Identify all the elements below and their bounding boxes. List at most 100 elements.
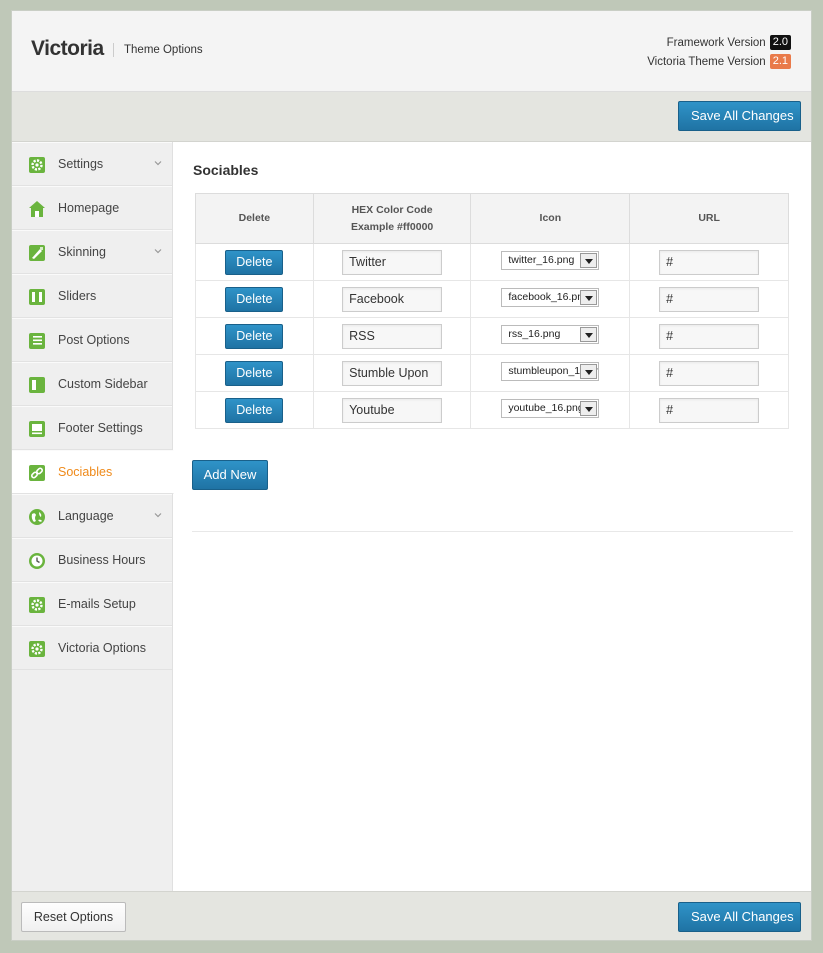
bottom-toolbar: Reset Options Save All Changes (12, 891, 811, 940)
table-header-row: Delete HEX Color Code Example #ff0000 Ic… (195, 193, 789, 244)
dropdown-arrow-icon (580, 290, 598, 305)
icon-select[interactable]: stumbleupon_16.png (501, 362, 600, 381)
sidebar-item-language[interactable]: Language (12, 494, 172, 538)
clock-icon (29, 553, 45, 569)
dropdown-arrow-icon (580, 364, 598, 379)
table-cell-url: # (629, 317, 789, 355)
table-cell-name: Facebook (312, 280, 472, 318)
column-header-url: URL (629, 193, 789, 244)
table-row: Delete Twitter twitter_16.png # (195, 243, 789, 281)
sidebar-icon (29, 377, 45, 393)
url-field[interactable]: # (659, 286, 760, 312)
table-cell-url: # (629, 391, 789, 429)
delete-button[interactable]: Delete (225, 249, 284, 275)
theme-options-panel: Victoria Theme Options Framework Version… (11, 10, 812, 941)
sidebar-item-label: Settings (58, 157, 104, 171)
table-row: Delete Stumble Upon stumbleupon_16.png # (195, 354, 789, 392)
icon-select[interactable]: facebook_16.png (501, 288, 600, 307)
sociable-name-field[interactable]: Stumble Upon (342, 360, 443, 386)
sociable-name-field[interactable]: RSS (342, 323, 443, 349)
delete-button[interactable]: Delete (225, 286, 284, 312)
save-all-changes-button-top[interactable]: Save All Changes (678, 101, 801, 131)
delete-button[interactable]: Delete (225, 397, 284, 423)
header: Victoria Theme Options Framework Version… (12, 11, 811, 92)
table-cell-url: # (629, 280, 789, 318)
gear-icon (29, 157, 45, 173)
sidebar-item-custom-sidebar[interactable]: Custom Sidebar (12, 362, 172, 406)
table-cell-url: # (629, 243, 789, 281)
slider-icon (29, 289, 45, 305)
divider (192, 531, 793, 532)
chevron-down-icon (154, 513, 162, 518)
column-header-hex: HEX Color Code Example #ff0000 (312, 193, 472, 244)
table-cell-url: # (629, 354, 789, 392)
delete-button[interactable]: Delete (225, 360, 284, 386)
sidebar-item-sliders[interactable]: Sliders (12, 274, 172, 318)
sidebar-item-label: E-mails Setup (58, 597, 136, 611)
main-content: Sociables Delete HEX Color Code Example … (174, 142, 811, 891)
sociables-table: Delete HEX Color Code Example #ff0000 Ic… (195, 193, 789, 429)
sidebar-item-label: Business Hours (58, 553, 146, 567)
sidebar-item-business-hours[interactable]: Business Hours (12, 538, 172, 582)
table-cell-icon: youtube_16.png (470, 391, 631, 429)
table-cell-delete: Delete (195, 280, 314, 318)
table-cell-name: Youtube (312, 391, 472, 429)
table-row: Delete RSS rss_16.png # (195, 317, 789, 355)
sidebar-item-footer-settings[interactable]: Footer Settings (12, 406, 172, 450)
add-new-button[interactable]: Add New (192, 460, 268, 490)
sidebar-item-post-options[interactable]: Post Options (12, 318, 172, 362)
sidebar-item-skinning[interactable]: Skinning (12, 230, 172, 274)
table-cell-icon: stumbleupon_16.png (470, 354, 631, 392)
table-row: Delete Facebook facebook_16.png # (195, 280, 789, 318)
url-field[interactable]: # (659, 360, 760, 386)
logo: Victoria (31, 37, 104, 60)
dropdown-arrow-icon (580, 401, 598, 416)
table-row: Delete Youtube youtube_16.png # (195, 391, 789, 429)
sidebar-item-label: Skinning (58, 245, 106, 259)
column-header-delete: Delete (195, 193, 314, 244)
icon-select[interactable]: youtube_16.png (501, 399, 600, 418)
sidebar: Settings Homepage Skinning Sliders Post … (12, 142, 174, 891)
theme-version: Victoria Theme Version 2.1 (647, 54, 791, 69)
sociable-name-field[interactable]: Facebook (342, 286, 443, 312)
table-cell-name: Stumble Upon (312, 354, 472, 392)
sidebar-item-label: Custom Sidebar (58, 377, 148, 391)
table-cell-delete: Delete (195, 391, 314, 429)
home-icon (29, 201, 45, 217)
icon-select[interactable]: rss_16.png (501, 325, 600, 344)
sidebar-item-victoria-options[interactable]: Victoria Options (12, 626, 172, 670)
sidebar-item-homepage[interactable]: Homepage (12, 186, 172, 230)
reset-options-button[interactable]: Reset Options (21, 902, 126, 932)
table-cell-name: Twitter (312, 243, 472, 281)
save-all-changes-button-bottom[interactable]: Save All Changes (678, 902, 801, 932)
sidebar-item-label: Footer Settings (58, 421, 143, 435)
sidebar-item-sociables[interactable]: Sociables (12, 450, 174, 494)
gear-icon (29, 641, 45, 657)
url-field[interactable]: # (659, 323, 760, 349)
url-field[interactable]: # (659, 397, 760, 423)
chevron-down-icon (154, 249, 162, 254)
delete-button[interactable]: Delete (225, 323, 284, 349)
url-field[interactable]: # (659, 249, 760, 275)
table-cell-delete: Delete (195, 354, 314, 392)
sociable-name-field[interactable]: Youtube (342, 397, 443, 423)
theme-version-label: Victoria Theme Version (647, 55, 766, 68)
icon-select-value: facebook_16.png (508, 291, 589, 303)
link-icon (29, 465, 45, 481)
theme-version-badge: 2.1 (769, 54, 791, 69)
footer-icon (29, 421, 45, 437)
chevron-down-icon (154, 161, 162, 166)
sidebar-item-label: Sliders (58, 289, 97, 303)
icon-select-value: twitter_16.png (508, 254, 575, 266)
gear-icon (29, 597, 45, 613)
sidebar-item-settings[interactable]: Settings (12, 142, 172, 186)
sidebar-item-label: Victoria Options (58, 641, 147, 655)
sociable-name-field[interactable]: Twitter (342, 249, 443, 275)
brush-icon (29, 245, 45, 261)
globe-icon (29, 509, 45, 525)
sidebar-item-emails-setup[interactable]: E-mails Setup (12, 582, 172, 626)
icon-select[interactable]: twitter_16.png (501, 251, 600, 270)
dropdown-arrow-icon (580, 253, 598, 268)
icon-select-value: rss_16.png (508, 328, 561, 340)
logo-separator (113, 43, 114, 57)
